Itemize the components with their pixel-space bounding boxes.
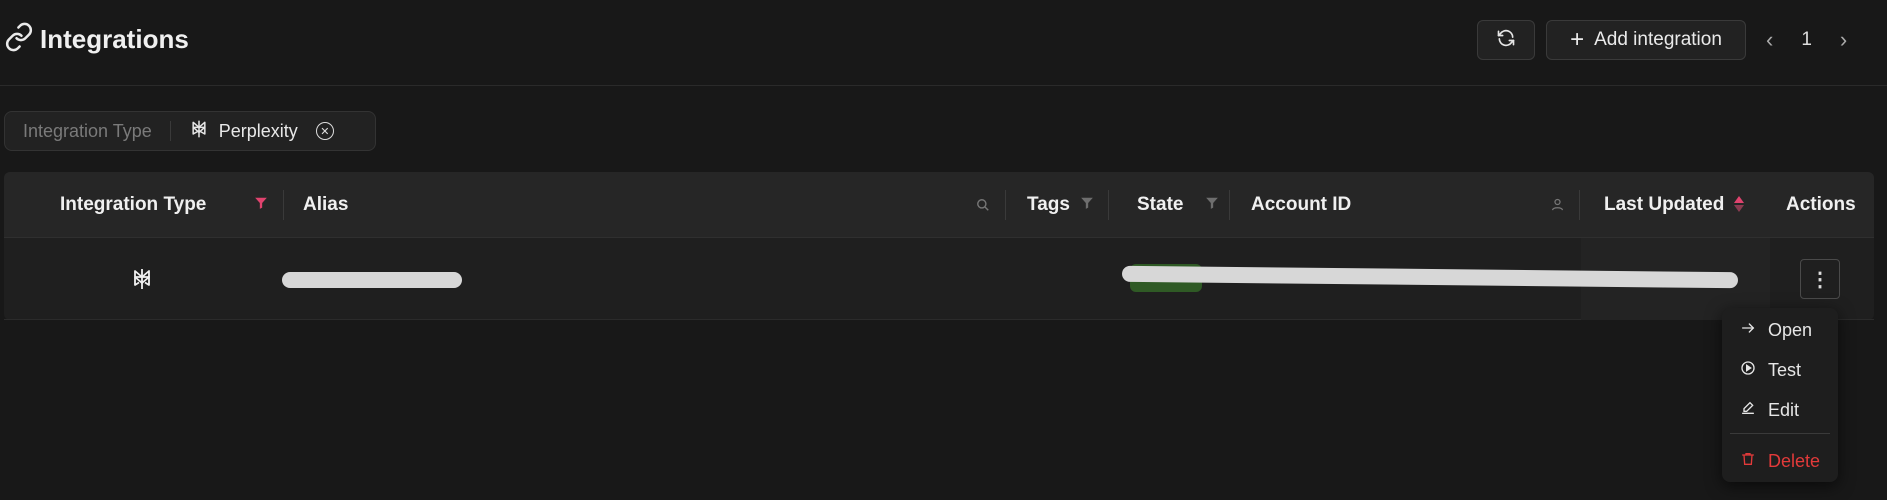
add-integration-button[interactable]: + Add integration xyxy=(1546,20,1746,60)
menu-item-label: Open xyxy=(1768,319,1813,340)
pagination: ‹ 1 › xyxy=(1766,22,1847,58)
page-number[interactable]: 1 xyxy=(1801,29,1812,51)
menu-item-edit[interactable]: Edit xyxy=(1722,392,1838,428)
column-header-updated[interactable]: Last Updated xyxy=(1604,172,1724,238)
row-actions-button[interactable]: ⋮ xyxy=(1800,259,1840,299)
column-separator xyxy=(283,190,284,220)
filter-active-icon[interactable] xyxy=(254,196,268,215)
alias-redaction xyxy=(282,272,462,288)
title-wrap: Integrations xyxy=(4,22,189,57)
column-header-alias[interactable]: Alias xyxy=(303,172,348,238)
menu-separator xyxy=(1730,433,1830,434)
trash-icon xyxy=(1740,451,1756,472)
menu-item-test[interactable]: Test xyxy=(1722,352,1838,388)
perplexity-logo-icon xyxy=(130,238,154,320)
link-icon xyxy=(4,22,34,57)
clear-filter-icon[interactable]: ✕ xyxy=(315,122,334,140)
play-circle-icon xyxy=(1740,360,1756,381)
more-vertical-icon: ⋮ xyxy=(1810,268,1830,291)
add-integration-label: Add integration xyxy=(1594,29,1722,50)
menu-item-label: Edit xyxy=(1768,399,1800,420)
plus-icon: + xyxy=(1570,26,1585,53)
prev-page-icon[interactable]: ‹ xyxy=(1766,27,1773,53)
perplexity-logo-icon xyxy=(189,119,209,144)
filter-icon[interactable] xyxy=(1205,196,1219,215)
page-title: Integrations xyxy=(40,24,189,54)
table-header: Integration Type Alias Tags State Accoun… xyxy=(4,172,1874,238)
column-header-actions: Actions xyxy=(1786,194,1856,215)
filter-chip: Integration Type Perplexity ✕ xyxy=(4,111,376,151)
arrow-right-icon xyxy=(1740,320,1756,341)
refresh-button[interactable] xyxy=(1477,20,1535,60)
user-icon[interactable] xyxy=(1550,197,1565,217)
menu-item-delete[interactable]: Delete xyxy=(1722,443,1838,479)
column-header-state[interactable]: State xyxy=(1137,172,1183,238)
menu-item-open[interactable]: Open xyxy=(1722,312,1838,348)
column-separator xyxy=(1229,190,1230,220)
page-header: Integrations + Add integration ‹ 1 › xyxy=(0,0,1887,86)
refresh-icon xyxy=(1496,28,1516,53)
column-separator xyxy=(1108,190,1109,220)
menu-item-label: Test xyxy=(1768,359,1802,380)
search-icon[interactable] xyxy=(976,198,990,217)
column-separator xyxy=(1005,190,1006,220)
filter-icon[interactable] xyxy=(1080,196,1094,215)
column-separator xyxy=(1579,190,1580,220)
column-header-tags[interactable]: Tags xyxy=(1027,172,1070,238)
menu-item-label: Delete xyxy=(1768,450,1821,471)
table-row[interactable]: ⋮ xyxy=(4,238,1874,320)
column-header-type[interactable]: Integration Type xyxy=(60,172,206,238)
filter-value: Perplexity xyxy=(171,119,298,144)
filter-value-label: Perplexity xyxy=(218,120,298,141)
integrations-table: Integration Type Alias Tags State Accoun… xyxy=(4,172,1874,320)
row-actions-menu: Open Test Edit Delete xyxy=(1722,308,1838,482)
pencil-icon xyxy=(1740,400,1756,421)
sort-icon[interactable] xyxy=(1733,194,1745,219)
column-header-account[interactable]: Account ID xyxy=(1251,172,1351,238)
filter-label: Integration Type xyxy=(5,121,171,141)
next-page-icon[interactable]: › xyxy=(1840,27,1847,53)
